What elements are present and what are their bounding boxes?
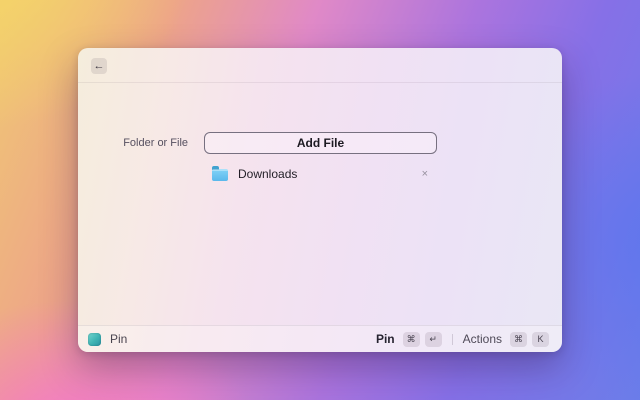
back-arrow-icon: ←	[93, 59, 105, 72]
primary-action-button[interactable]: Pin	[376, 332, 398, 346]
form-content: Folder or File Add File Downloads ×	[78, 84, 562, 325]
actions-menu-button[interactable]: Actions	[463, 332, 505, 346]
add-file-button[interactable]: Add File	[204, 132, 437, 154]
footer-app-name: Pin	[110, 332, 128, 346]
file-name: Downloads	[238, 167, 298, 181]
k-key-icon: K	[532, 331, 549, 347]
pin-app-icon	[88, 332, 101, 346]
footer-divider	[451, 333, 453, 345]
folder-icon	[212, 166, 228, 181]
return-key-icon: ↵	[424, 331, 442, 347]
remove-item-button[interactable]: ×	[422, 168, 428, 180]
window-footer: Pin Pin ⌘ ↵ Actions ⌘ K	[78, 325, 562, 352]
command-key-icon: ⌘	[510, 331, 527, 347]
field-label: Folder or File	[123, 137, 188, 149]
footer-actions: Pin ⌘ ↵ Actions ⌘ K	[376, 331, 549, 347]
app-window: ← Folder or File Add File Downloads × Pi…	[78, 48, 562, 352]
window-header: ←	[78, 48, 562, 83]
add-file-button-label: Add File	[296, 136, 345, 150]
back-button[interactable]: ←	[91, 58, 107, 74]
file-list-item[interactable]: Downloads ×	[212, 164, 428, 184]
command-key-icon: ⌘	[402, 331, 420, 347]
